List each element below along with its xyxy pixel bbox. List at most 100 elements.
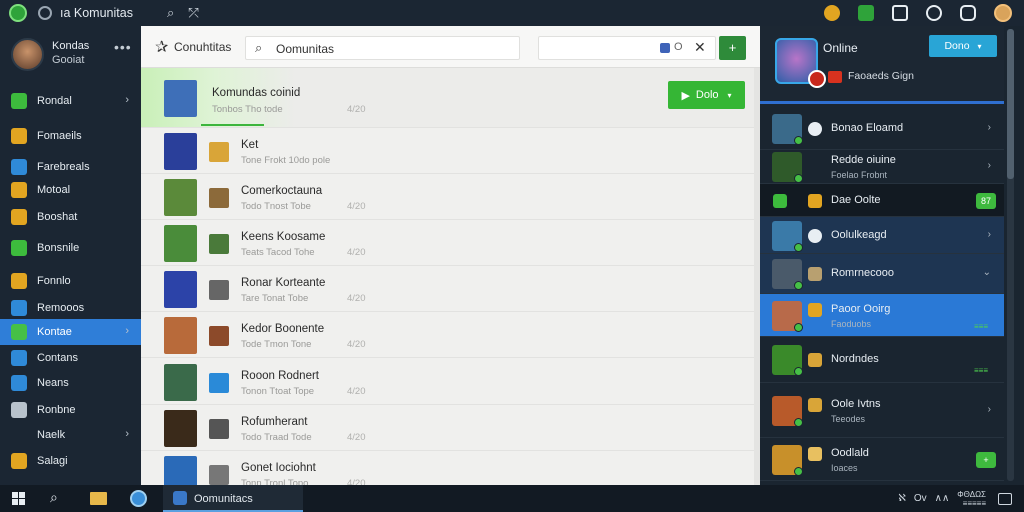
friend-name[interactable]: Romrnecooo [831, 267, 894, 279]
chevron-icon[interactable]: › [988, 122, 991, 133]
list-item[interactable]: Ket Tone Frokt 10do pole [141, 128, 760, 174]
community-name[interactable]: Gonet Iociohnt [241, 462, 316, 474]
windows-start-icon[interactable] [12, 492, 25, 505]
sidebar-item-10[interactable]: Neans [0, 370, 141, 396]
friend-item[interactable]: Nordndes ≡≡≡ [760, 337, 1004, 383]
friend-item[interactable]: Oodlald Ioaces + [760, 438, 1004, 481]
search-input[interactable]: ⌕ Oomunitas [245, 36, 520, 60]
window-icon[interactable] [892, 5, 908, 21]
store-icon[interactable] [858, 5, 874, 21]
clock[interactable]: ΦΘΔΩΣ ≡≡≡≡≡ [957, 490, 986, 508]
more-icon[interactable]: ••• [114, 39, 132, 55]
sidebar-item-13[interactable]: Salagi [0, 448, 141, 474]
friend-item[interactable]: Oole Ivtns Teeodes › [760, 383, 1004, 438]
list-item[interactable]: Rooon Rodnert Tonon Ttoat Tope 4/20 [141, 359, 760, 405]
sidebar-item-9[interactable]: Contans [0, 345, 141, 371]
scrollbar-thumb[interactable] [1007, 29, 1014, 179]
list-item[interactable]: Kedor Boonente Tode Tmon Tone 4/20 [141, 312, 760, 358]
friend-name[interactable]: Oole Ivtns [831, 398, 881, 410]
chevron-icon[interactable]: › [988, 160, 991, 171]
sidebar-item-0[interactable]: Rondal › [0, 88, 141, 114]
filter-field[interactable]: O ✕ [538, 36, 716, 60]
community-thumbnail[interactable] [164, 271, 197, 308]
sidebar-item-6[interactable]: Fonnlo [0, 268, 141, 294]
sidebar-item-7[interactable]: Remooos [0, 295, 141, 321]
user-avatar[interactable] [994, 4, 1012, 22]
community-thumbnail[interactable] [164, 364, 197, 401]
community-thumbnail[interactable] [164, 133, 197, 170]
status-icon [808, 446, 822, 461]
compass-icon[interactable] [926, 5, 942, 21]
friend-action-button[interactable]: + [976, 451, 996, 468]
taskbar-app-label: Oomunitacs [194, 493, 253, 505]
community-name[interactable]: Ket [241, 139, 258, 151]
join-button[interactable]: ▶ Dolo ▾ [668, 81, 745, 109]
tray-icon-3[interactable]: ∧∧ [935, 493, 950, 504]
community-thumbnail[interactable] [164, 80, 197, 117]
add-button[interactable]: + [719, 36, 746, 60]
sidebar-item-11[interactable]: Ronbne [0, 397, 141, 423]
friend-name[interactable]: Dae Oolte [831, 194, 881, 206]
friend-item[interactable]: Romrnecooo ⌄ [760, 254, 1004, 294]
community-name[interactable]: Ronar Korteante [241, 277, 325, 289]
community-name[interactable]: Rooon Rodnert [241, 370, 319, 382]
sidebar-item-1[interactable]: Fomaeils [0, 123, 141, 149]
friend-name[interactable]: Redde oiuine [831, 154, 896, 166]
community-thumbnail[interactable] [164, 179, 197, 216]
friend-action-button[interactable]: 87 [976, 192, 996, 209]
community-thumbnail[interactable] [164, 317, 197, 354]
list-item[interactable]: Ronar Korteante Tare Tonat Tobe 4/20 [141, 266, 760, 312]
clear-icon[interactable]: ✕ [694, 39, 706, 56]
chevron-icon[interactable]: › [988, 229, 991, 240]
friend-name[interactable]: Bonao Eloamd [831, 122, 903, 134]
friend-item[interactable]: Dae Oolte 87 [760, 184, 1004, 217]
taskbar-app-communities[interactable]: Oomunitacs [163, 485, 303, 512]
list-item[interactable]: Keens Koosame Teats Tacod Tohe 4/20 [141, 220, 760, 266]
community-name[interactable]: Comerkoctauna [241, 185, 322, 197]
friend-item[interactable]: Oolulkeagd › [760, 217, 1004, 254]
sidebar-item-8[interactable]: Kontae › [0, 319, 141, 345]
search-icon[interactable]: ⌕ [167, 5, 174, 21]
list-item[interactable]: Rofumherant Todo Traad Tode 4/20 [141, 405, 760, 451]
friend-item[interactable]: Bonao Eloamd › [760, 107, 1004, 150]
scrollbar[interactable] [1007, 29, 1014, 481]
avatar[interactable] [11, 38, 44, 71]
sidebar-item-5[interactable]: Bonsnile [0, 235, 141, 261]
community-name[interactable]: Kedor Boonente [241, 323, 324, 335]
friend-name[interactable]: Oolulkeagd [831, 229, 887, 241]
search-icon[interactable]: ⌕ [50, 489, 58, 506]
tray-icon-2[interactable]: Ov [914, 493, 927, 504]
sidebar-item-3[interactable]: Motoal [0, 177, 141, 203]
list-item[interactable]: Comerkoctauna Todo Tnost Tobe 4/20 [141, 174, 760, 220]
friend-item[interactable]: Paoor Ooirg Faoduobs ≡≡≡ [760, 294, 1004, 337]
coin-icon[interactable] [824, 5, 840, 21]
chevron-icon[interactable]: › [988, 404, 991, 415]
title-bar: ıa Komunitas ⌕ ⤱ [0, 0, 1024, 26]
sidebar-item-4[interactable]: Booshat [0, 204, 141, 230]
filter-icon[interactable] [660, 43, 670, 53]
sidebar-item-icon [11, 427, 27, 443]
community-thumbnail[interactable] [164, 225, 197, 262]
friend-item[interactable]: Redde oiuine Foelao Frobnt › [760, 150, 1004, 184]
friend-name[interactable]: Paoor Ooirg [831, 303, 890, 315]
notification-icon[interactable] [998, 492, 1012, 505]
tray-icon-1[interactable]: ℵ [898, 493, 905, 504]
notification-icon[interactable] [960, 5, 976, 21]
list-item[interactable]: Komundas coinid Tonbos Tho tode 4/20 ▶ Dolo ▾ [141, 68, 760, 128]
friend-name[interactable]: Oodlald [831, 447, 869, 459]
community-name[interactable]: Komundas coinid [212, 87, 300, 99]
filter-option[interactable]: O [674, 41, 683, 53]
community-name[interactable]: Rofumherant [241, 416, 307, 428]
pin-icon[interactable]: ⤱ [188, 5, 198, 21]
globe-icon[interactable] [38, 6, 52, 20]
community-thumbnail[interactable] [164, 410, 197, 447]
community-name[interactable]: Keens Koosame [241, 231, 325, 243]
friend-name[interactable]: Nordndes [831, 353, 879, 365]
status-icon [808, 121, 822, 136]
folder-icon[interactable] [90, 492, 107, 505]
header-dropdown-button[interactable]: Dono ▾ [929, 35, 997, 57]
sidebar-item-12[interactable]: Naelk › [0, 422, 141, 448]
profile-card[interactable]: Kondas Gooiat ••• [11, 38, 141, 78]
chevron-icon[interactable]: ⌄ [983, 267, 991, 278]
browser-icon[interactable] [130, 490, 147, 507]
